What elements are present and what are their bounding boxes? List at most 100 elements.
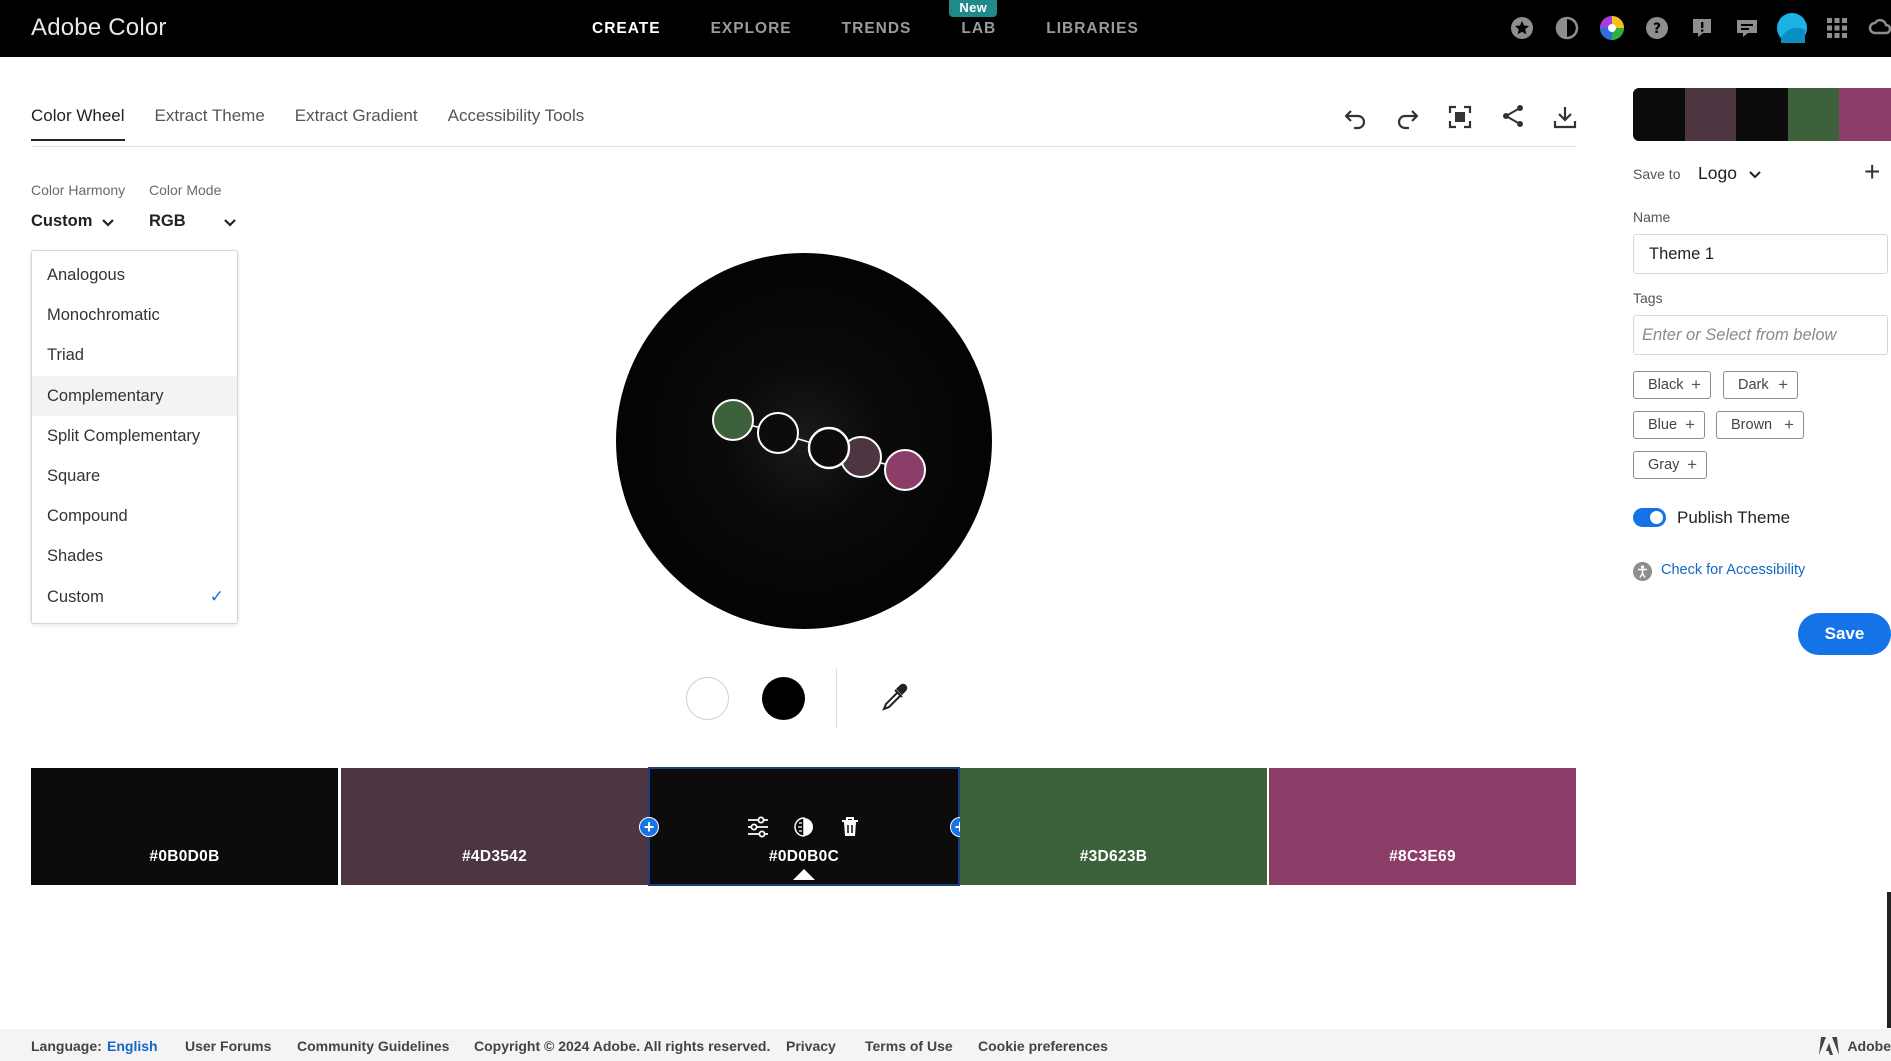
divider (836, 668, 837, 728)
fullscreen-icon[interactable] (1447, 104, 1473, 130)
footer-link-user-forums[interactable]: User Forums (185, 1038, 271, 1054)
tag-label: Dark (1738, 377, 1769, 393)
creative-cloud-icon[interactable] (1867, 13, 1891, 43)
share-icon[interactable] (1500, 103, 1526, 129)
eyedropper-icon[interactable] (878, 680, 912, 714)
color-wheel-handles (712, 399, 926, 491)
feedback-icon[interactable] (1687, 13, 1717, 43)
check-accessibility-link[interactable]: Check for Accessibility (1661, 562, 1805, 578)
nav-libraries[interactable]: LIBRARIES (1046, 0, 1139, 57)
name-label: Name (1633, 209, 1671, 225)
tags-input[interactable]: Enter or Select from below (1633, 315, 1888, 355)
tag-black[interactable]: Black + (1633, 371, 1711, 399)
plus-icon: + (1778, 375, 1788, 394)
avatar[interactable] (1777, 13, 1807, 43)
footer-link-privacy[interactable]: Privacy (786, 1038, 836, 1054)
chevron-down-icon (1749, 171, 1761, 179)
add-library-button[interactable]: + (1864, 158, 1880, 186)
handle-color-5[interactable] (884, 449, 926, 491)
tag-gray[interactable]: Gray + (1633, 451, 1707, 479)
tab-extract-theme[interactable]: Extract Theme (155, 106, 265, 141)
theme-preview-strip (1633, 88, 1891, 141)
tab-color-wheel[interactable]: Color Wheel (31, 106, 125, 141)
tag-label: Black (1648, 377, 1684, 393)
nav-lab[interactable]: New LAB (949, 0, 998, 57)
harmony-option-complementary[interactable]: Complementary (32, 375, 237, 416)
swatch-hex: #0B0D0B (149, 848, 220, 865)
publish-theme-toggle[interactable] (1633, 508, 1666, 527)
contrast-icon[interactable] (1552, 13, 1582, 43)
white-swatch-button[interactable] (686, 677, 729, 720)
swatch-hex: #0D0B0C (768, 848, 840, 865)
undo-icon[interactable] (1343, 104, 1369, 130)
tag-dark[interactable]: Dark + (1723, 371, 1798, 399)
harmony-option-custom-label: Custom (47, 587, 104, 606)
footer-link-cookie-preferences[interactable]: Cookie preferences (978, 1038, 1108, 1054)
color-mode-value: RGB (149, 212, 186, 230)
app-title[interactable]: Adobe Color (31, 14, 167, 42)
language-link[interactable]: English (107, 1038, 158, 1054)
adobe-logo-icon (1819, 1037, 1840, 1055)
plus-icon: + (1685, 415, 1695, 434)
star-icon[interactable] (1507, 13, 1537, 43)
harmony-option-shades[interactable]: Shades (32, 536, 237, 576)
swatch-hex: #3D623B (1079, 848, 1148, 865)
tag-label: Brown (1731, 417, 1773, 433)
adobe-footer-logo[interactable]: Adobe (1819, 1037, 1891, 1055)
swatch-3[interactable]: + #0D0B0C + (639, 767, 970, 886)
harmony-option-compound[interactable]: Compound (32, 496, 237, 536)
chat-icon[interactable] (1732, 13, 1762, 43)
download-icon[interactable] (1552, 104, 1578, 130)
tag-brown[interactable]: Brown + (1716, 411, 1804, 439)
swatch-hex: #4D3542 (461, 848, 528, 865)
black-swatch-button[interactable] (762, 677, 805, 720)
handle-color-4[interactable] (712, 399, 754, 441)
nav-explore[interactable]: EXPLORE (711, 0, 792, 57)
swatch-tools (649, 814, 959, 840)
toggle-knob (1650, 511, 1663, 524)
apps-grid-icon[interactable] (1822, 13, 1852, 43)
color-harmony-value: Custom (31, 212, 93, 230)
tag-blue[interactable]: Blue + (1633, 411, 1705, 439)
harmony-option-analogous[interactable]: Analogous (32, 255, 237, 295)
harmony-option-monochromatic[interactable]: Monochromatic (32, 295, 237, 335)
accessibility-icon (1633, 562, 1652, 581)
top-icons: ? (1492, 13, 1891, 43)
swatch-4[interactable]: #3D623B (960, 768, 1267, 885)
color-mode-dropdown[interactable]: RGB (149, 212, 239, 231)
harmony-option-triad[interactable]: Triad (32, 335, 237, 375)
color-harmony-label: Color Harmony (31, 182, 126, 198)
color-wheel-icon[interactable] (1597, 13, 1627, 43)
nav-trends[interactable]: TRENDS (842, 0, 912, 57)
language-label: Language: (31, 1038, 102, 1054)
tab-extract-gradient[interactable]: Extract Gradient (295, 106, 418, 141)
sliders-icon[interactable] (745, 814, 771, 840)
footer-link-terms[interactable]: Terms of Use (865, 1038, 953, 1054)
save-button[interactable]: Save (1798, 613, 1891, 655)
tab-accessibility-tools[interactable]: Accessibility Tools (448, 106, 585, 141)
scrollbar[interactable] (1887, 892, 1891, 1028)
footer-link-community-guidelines[interactable]: Community Guidelines (297, 1038, 449, 1054)
preview-color (1684, 88, 1737, 141)
redo-icon[interactable] (1394, 104, 1420, 130)
save-to-dropdown[interactable]: Logo (1698, 163, 1761, 184)
harmony-option-split-complementary[interactable]: Split Complementary (32, 416, 237, 456)
swatch-2[interactable]: #4D3542 (341, 768, 648, 885)
preview-color (1839, 88, 1891, 141)
handle-color-1[interactable] (757, 412, 799, 454)
theme-name-input[interactable]: Theme 1 (1633, 234, 1888, 274)
set-base-color-icon[interactable] (791, 814, 817, 840)
swatch-1[interactable]: #0B0D0B (31, 768, 338, 885)
harmony-option-square[interactable]: Square (32, 456, 237, 496)
svg-text:?: ? (1653, 21, 1661, 37)
trash-icon[interactable] (837, 814, 863, 840)
color-harmony-dropdown[interactable]: Custom (31, 212, 114, 231)
help-icon[interactable]: ? (1642, 13, 1672, 43)
tab-divider (31, 146, 1576, 147)
preview-color (1787, 88, 1840, 141)
chevron-down-icon (224, 219, 236, 227)
nav-create[interactable]: CREATE (592, 0, 661, 57)
swatch-5[interactable]: #8C3E69 (1269, 768, 1576, 885)
harmony-option-custom[interactable]: Custom ✓ (32, 577, 237, 617)
handle-color-3[interactable] (807, 426, 851, 470)
